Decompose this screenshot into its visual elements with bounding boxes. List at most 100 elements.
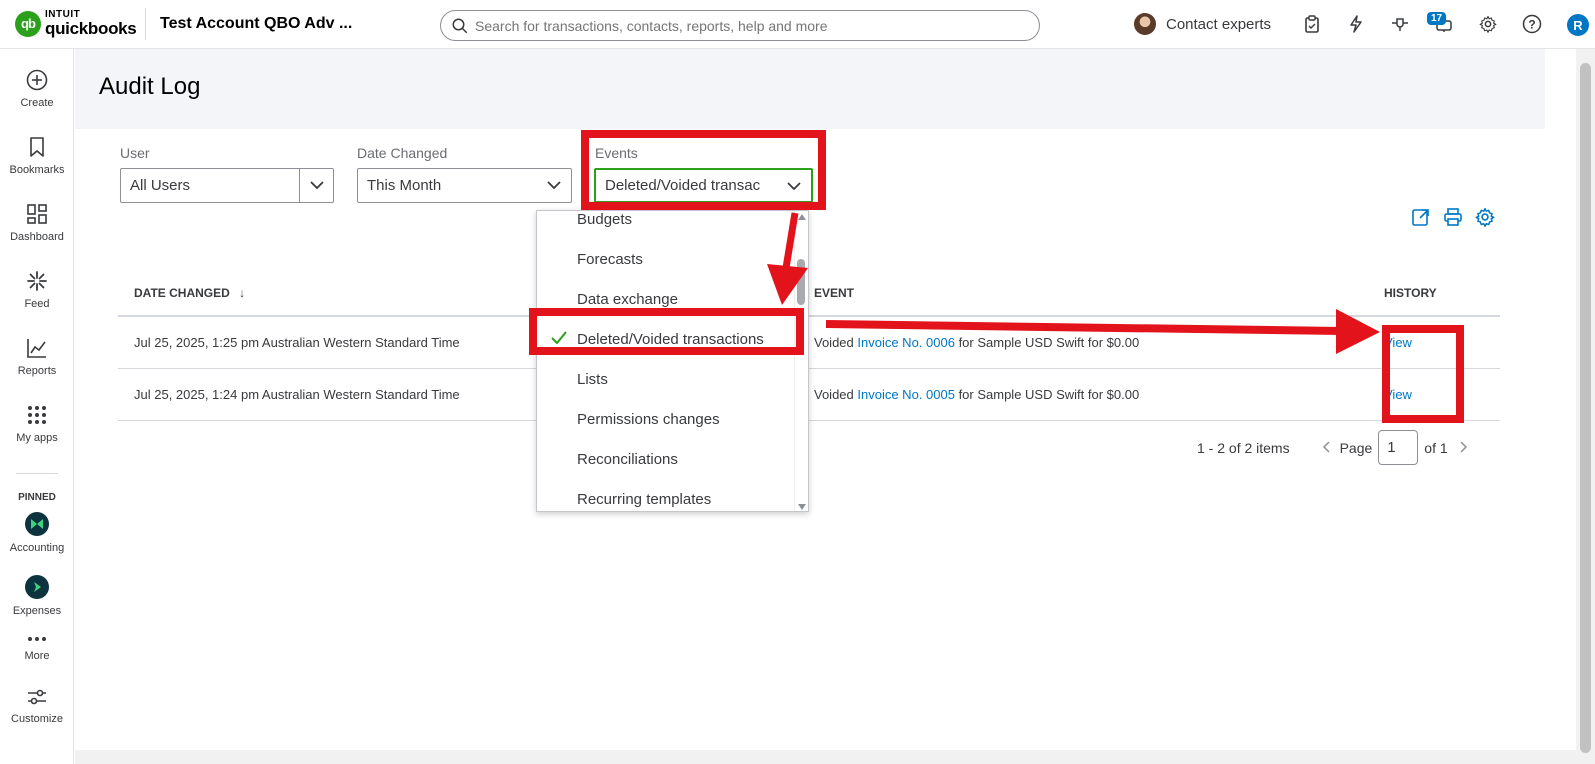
sidebar-item-dashboard[interactable]: Dashboard [0, 203, 74, 243]
sidebar-item-label: My apps [16, 432, 58, 444]
bookmark-icon [30, 137, 44, 157]
left-sidebar: Create Bookmarks Dashboard Feed Reports … [0, 49, 74, 764]
table-settings-gear-icon[interactable] [1475, 207, 1495, 232]
sidebar-item-my-apps[interactable]: My apps [0, 404, 74, 444]
feed-icon [27, 271, 47, 291]
page-horizontal-scrollbar[interactable] [75, 750, 1576, 764]
contact-experts-label: Contact experts [1166, 15, 1272, 33]
option-label: Lists [577, 370, 608, 388]
row-event: Voided Invoice No. 0005 for Sample USD S… [814, 368, 1384, 421]
sidebar-item-label: Create [20, 97, 54, 109]
expenses-app-icon [25, 575, 49, 599]
events-option[interactable]: Permissions changes [537, 399, 792, 439]
user-filter-value: All Users [130, 177, 191, 194]
user-filter-select[interactable]: All Users [120, 168, 334, 203]
scroll-down-arrow-icon [798, 504, 806, 510]
table-tools [1411, 207, 1495, 232]
sidebar-item-feed[interactable]: Feed [0, 270, 74, 310]
user-avatar[interactable]: R [1567, 14, 1589, 36]
event-prefix: Voided [814, 334, 858, 350]
user-filter-label: User [120, 145, 150, 161]
prev-page-icon[interactable] [1322, 440, 1330, 456]
sidebar-item-bookmarks[interactable]: Bookmarks [0, 136, 74, 176]
event-suffix: for Sample USD Swift for $0.00 [954, 334, 1140, 350]
audit-log-table: DATE CHANGED ↓ EVENT HISTORY Jul 25, 202… [118, 271, 1500, 421]
sidebar-item-reports[interactable]: Reports [0, 337, 74, 377]
column-header-event: EVENT [814, 271, 1384, 317]
sidebar-divider [16, 473, 58, 474]
sidebar-item-label: Reports [17, 365, 57, 377]
events-dropdown-menu: Budgets Forecasts Data exchange Deleted/… [536, 210, 809, 512]
page-label: Page [1339, 439, 1373, 456]
sidebar-item-more[interactable]: More [0, 634, 74, 660]
annotation-box-view-links [1382, 325, 1464, 423]
date-filter-select[interactable]: This Month [357, 168, 572, 203]
pinned-heading: PINNED [18, 492, 56, 503]
sidebar-item-create[interactable]: Create [0, 69, 74, 109]
event-prefix: Voided [814, 386, 858, 402]
notification-badge: 17 [1427, 12, 1447, 25]
events-option[interactable]: Reconciliations [537, 439, 792, 479]
event-suffix: for Sample USD Swift for $0.00 [954, 386, 1140, 402]
pagination: 1 - 2 of 2 items Page 1 of 1 [1197, 430, 1468, 465]
sidebar-item-accounting[interactable]: Accounting [0, 512, 74, 554]
plug-icon[interactable] [1390, 14, 1410, 34]
lightning-icon[interactable] [1346, 14, 1366, 34]
column-header-history: HISTORY [1384, 271, 1500, 317]
next-page-icon[interactable] [1460, 440, 1468, 456]
events-option[interactable]: Budgets [537, 211, 792, 239]
option-label: Data exchange [577, 290, 678, 308]
annotation-box-events [581, 130, 826, 210]
qb-logo-icon: qb [15, 10, 41, 37]
header-divider [145, 8, 146, 40]
page-title: Audit Log [99, 73, 201, 100]
column-header-label: DATE CHANGED [134, 286, 230, 300]
column-header-label: EVENT [814, 286, 855, 300]
page-scroll-thumb[interactable] [1580, 63, 1591, 753]
print-icon[interactable] [1443, 207, 1463, 232]
page-number-input[interactable]: 1 [1378, 430, 1419, 465]
sidebar-item-label: Expenses [12, 605, 62, 617]
company-name[interactable]: Test Account QBO Adv ... [160, 15, 352, 33]
events-option[interactable]: Lists [537, 359, 792, 399]
quickbooks-logo[interactable]: qb INTUIT quickbooks [15, 10, 137, 38]
sidebar-item-label: Customize [11, 713, 63, 725]
dashboard-icon [27, 204, 47, 224]
help-icon[interactable]: ? [1522, 14, 1542, 34]
sliders-icon [28, 689, 46, 705]
export-icon[interactable] [1411, 207, 1431, 232]
plus-circle-icon [26, 69, 48, 91]
search-input[interactable] [475, 17, 1035, 34]
sort-arrow-icon: ↓ [239, 286, 246, 300]
dropdown-scrollbar[interactable] [794, 211, 808, 511]
option-label: Reconciliations [577, 450, 678, 468]
row-event: Voided Invoice No. 0006 for Sample USD S… [814, 316, 1384, 369]
invoice-link[interactable]: Invoice No. 0005 [857, 387, 955, 402]
date-filter-value: This Month [367, 177, 442, 194]
column-header-label: HISTORY [1384, 286, 1437, 300]
logo-quickbooks-text: quickbooks [45, 19, 137, 38]
sidebar-item-label: Accounting [9, 542, 65, 554]
chevron-down-icon [299, 169, 333, 202]
invoice-link[interactable]: Invoice No. 0006 [857, 335, 955, 350]
search-icon [452, 18, 468, 33]
gear-icon[interactable] [1478, 14, 1498, 34]
sidebar-item-customize[interactable]: Customize [0, 687, 74, 725]
scroll-up-arrow-icon [798, 214, 806, 220]
contact-experts-button[interactable]: Contact experts [1134, 13, 1271, 35]
dropdown-scroll-thumb[interactable] [797, 259, 805, 305]
page-vertical-scrollbar[interactable] [1576, 49, 1595, 764]
table-row: Jul 25, 2025, 1:25 pm Australian Western… [118, 316, 1500, 369]
page-header: Audit Log [75, 49, 1545, 129]
sidebar-item-label: Dashboard [10, 231, 64, 243]
clipboard-icon[interactable] [1302, 14, 1322, 34]
date-filter-label: Date Changed [357, 145, 448, 161]
events-option[interactable]: Recurring templates [537, 479, 792, 511]
sidebar-item-expenses[interactable]: Expenses [0, 575, 74, 617]
annotation-box-selected-option [529, 308, 804, 355]
more-dots-icon [28, 637, 46, 641]
events-option[interactable]: Forecasts [537, 239, 792, 279]
option-label: Forecasts [577, 250, 643, 268]
table-header-row: DATE CHANGED ↓ EVENT HISTORY [118, 271, 1500, 317]
global-search[interactable] [440, 10, 1040, 41]
